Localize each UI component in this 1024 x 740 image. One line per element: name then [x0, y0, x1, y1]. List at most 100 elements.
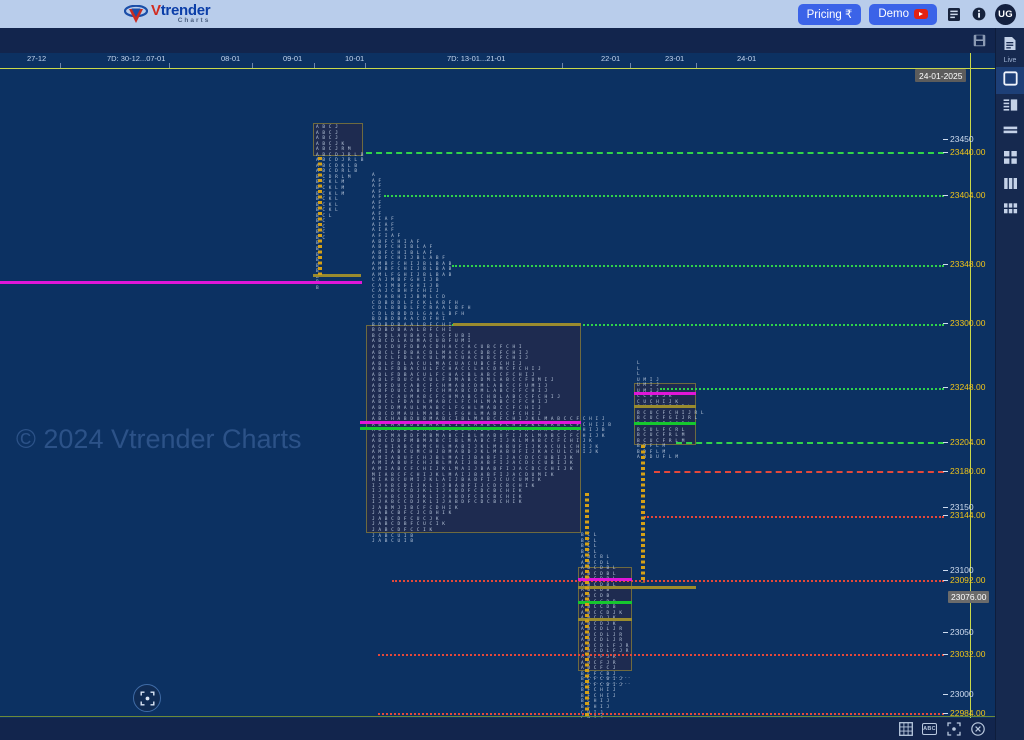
red-dotted-22984: [378, 713, 944, 715]
user-avatar[interactable]: UG: [995, 3, 1016, 25]
price-axis-tick: [943, 442, 948, 443]
price-axis-label: 23440.00: [950, 147, 986, 157]
selected-date-badge: 24-01-2025: [915, 69, 967, 82]
price-axis-label: 23100: [950, 565, 974, 575]
date-axis-label: 23-01: [665, 54, 685, 63]
price-axis-label: 23150: [950, 502, 974, 512]
youtube-play-icon: [914, 9, 928, 19]
single-print-column-main: [585, 493, 589, 718]
grid-table-icon[interactable]: [898, 722, 913, 737]
demo-button-label: Demo: [878, 8, 909, 20]
pricing-button[interactable]: Pricing ₹: [797, 3, 862, 25]
close-circle-icon[interactable]: [970, 722, 985, 737]
price-axis-tick: [943, 632, 948, 633]
columns-three-icon: [1003, 177, 1018, 195]
price-axis-tick: [943, 507, 948, 508]
red-dotted-23144: [644, 516, 944, 518]
demo-button[interactable]: Demo: [869, 3, 937, 25]
focus-crosshair-icon[interactable]: [133, 684, 161, 712]
sidebar-item-single-chart[interactable]: [995, 67, 1024, 94]
top-actions: Pricing ₹ Demo UG: [797, 0, 1016, 28]
green-dashed-23204: [676, 442, 944, 444]
price-axis-tick: [943, 152, 948, 153]
magenta-poc-main: [360, 421, 581, 424]
square-outline-icon: [1002, 71, 1018, 91]
green-dotted-23404: [384, 195, 944, 197]
brand-title-v: V: [151, 2, 161, 20]
olive-level-low: [578, 586, 696, 589]
price-axis-tick: [943, 694, 948, 695]
profile-24-01-tail[interactable]: ............... ...............: [583, 675, 631, 686]
notes-icon[interactable]: [945, 6, 962, 23]
chart-canvas[interactable]: © 2024 Vtrender Charts A B C J A B C J A…: [0, 53, 995, 718]
sidebar-item-live[interactable]: Live: [996, 32, 1024, 67]
price-axis-label: 23180.00: [950, 466, 986, 476]
price-axis-label: 23404.00: [950, 190, 986, 200]
date-axis-label: 24-01: [737, 54, 757, 63]
price-axis-label: 23300.00: [950, 318, 986, 328]
green-val-main: [360, 427, 581, 430]
date-axis-line: [0, 68, 995, 70]
price-axis-label: 23248.00: [950, 382, 986, 392]
sidebar-item-list-panel[interactable]: [996, 94, 1024, 120]
olive-level-mid: [453, 323, 581, 326]
price-axis-current-price: 23076.00: [948, 591, 990, 603]
price-axis-label: 23032.00: [950, 649, 986, 659]
profile-10-01[interactable]: A B C J A B C J A B C J A B C J K A B C …: [316, 125, 364, 291]
brand-text: Vtrender Charts: [151, 2, 211, 25]
watermark: © 2024 Vtrender Charts: [16, 424, 302, 454]
sidebar-item-columns-three[interactable]: [996, 173, 1024, 198]
magenta-left-level: [0, 281, 362, 284]
green-val-mid: [634, 422, 696, 425]
chart-toolbar: [0, 28, 995, 53]
list-panel-icon: [1003, 98, 1018, 117]
date-axis-label: 08-01: [221, 54, 241, 63]
top-brand-bar: Vtrender Charts Pricing ₹ Demo UG: [0, 0, 1024, 28]
price-axis-tick: [943, 387, 948, 388]
sidebar-item-grid-four[interactable]: [996, 146, 1024, 173]
price-axis-tick: [943, 195, 948, 196]
magenta-poc-mid: [634, 392, 696, 395]
sidebar-item-stacked-rows[interactable]: [996, 120, 1024, 146]
price-axis-label: 23348.00: [950, 259, 986, 269]
brand-logo[interactable]: Vtrender Charts: [123, 0, 211, 28]
green-dotted-23248: [660, 388, 944, 390]
stacked-rows-icon: [1003, 124, 1018, 143]
price-axis-tick: [943, 515, 948, 516]
single-print-column-right: [641, 445, 645, 583]
price-axis-label: 23050: [950, 627, 974, 637]
price-axis-label: 23204.00: [950, 437, 986, 447]
date-axis-label: 09-01: [283, 54, 303, 63]
olive-level-mid2: [634, 405, 696, 408]
price-axis-tick: [943, 323, 948, 324]
date-axis-label: 7D: 30-12...07-01: [107, 54, 166, 63]
green-dotted-23348: [452, 265, 944, 267]
profile-22-01[interactable]: L L L U M I J U M I J U M I J C C H I J …: [637, 361, 704, 461]
focus-target-icon[interactable]: [946, 722, 961, 737]
sidebar-item-grid-nine[interactable]: [996, 198, 1024, 223]
price-axis-label: 23000: [950, 689, 974, 699]
price-axis-tick: [943, 570, 948, 571]
date-axis-label: 7D: 13-01...21-01: [447, 54, 506, 63]
grid-four-icon: [1003, 150, 1018, 170]
date-axis-label: 22-01: [601, 54, 621, 63]
floppy-save-icon[interactable]: [971, 32, 988, 49]
price-axis-tick: [943, 139, 948, 140]
abc-label-icon[interactable]: ABC: [922, 722, 937, 737]
date-axis[interactable]: 27-12 7D: 30-12...07-01 08-01 09-01 10-01 7D:…: [0, 53, 995, 69]
date-axis-label: 10-01: [345, 54, 365, 63]
bottom-toolbar: ABC: [0, 718, 995, 740]
green-dashed-upper: [366, 152, 944, 154]
red-dashed-23180: [654, 471, 944, 473]
red-dotted-23092: [392, 580, 944, 582]
price-axis-tick: [943, 471, 948, 472]
info-icon[interactable]: [970, 6, 987, 23]
app-root: Vtrender Charts Pricing ₹ Demo UG Live ©…: [0, 0, 1024, 740]
document-live-icon: [1003, 36, 1017, 56]
red-dotted-23032: [378, 654, 944, 656]
right-sidebar: Live: [995, 28, 1024, 740]
profile-weekly-13-21[interactable]: A A F A F A F A F A F A F A F A I A F A …: [372, 173, 612, 545]
single-print-column-left: [318, 157, 322, 275]
price-axis-label: 23092.00: [950, 575, 986, 585]
price-axis-tick: [943, 713, 948, 714]
